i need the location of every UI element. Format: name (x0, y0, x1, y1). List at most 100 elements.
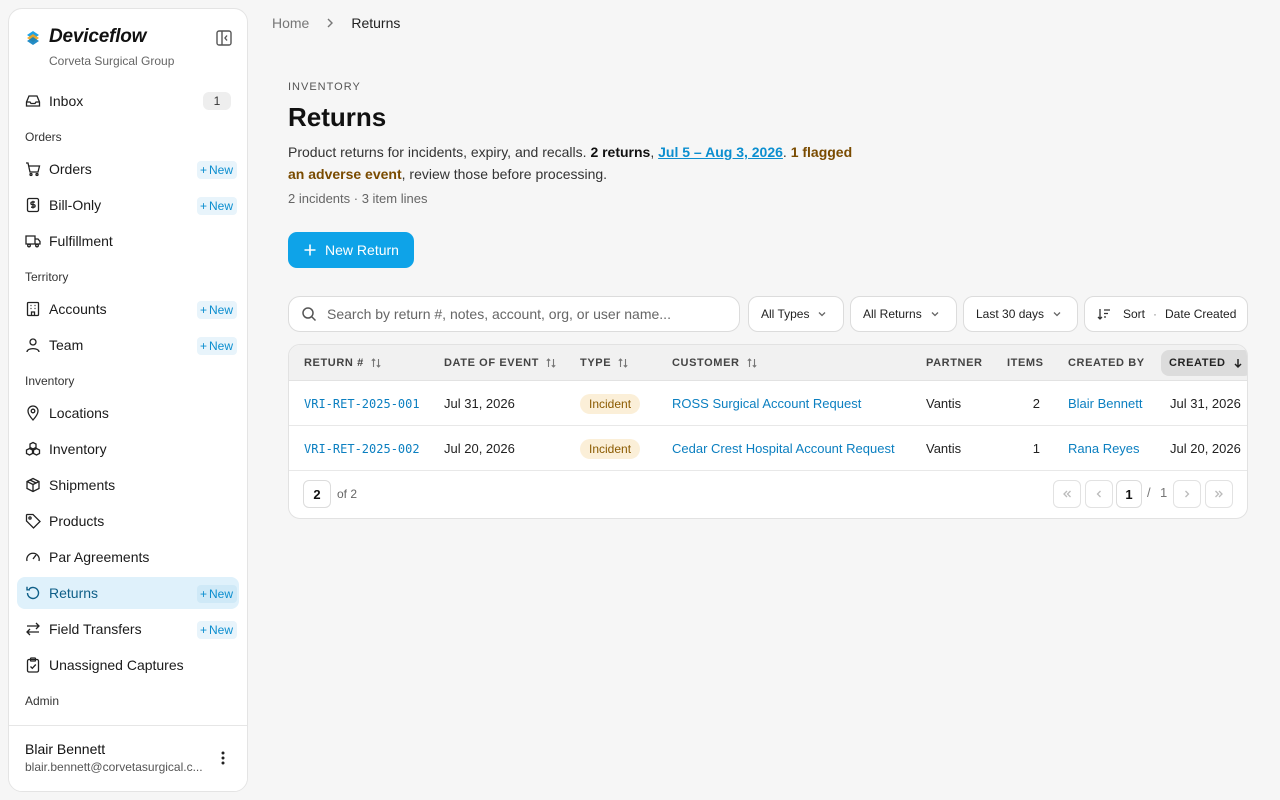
sidebar-item-products[interactable]: Products (17, 505, 239, 537)
plus-icon: + (199, 303, 207, 317)
sort-icon (1097, 309, 1110, 320)
column-header-partner: PARTNER (926, 357, 983, 369)
new-order-button[interactable]: + New (196, 161, 237, 179)
sidebar-item-bill-only[interactable]: Bill-Only + New (17, 189, 239, 221)
new-bill-only-button[interactable]: + New (196, 197, 237, 215)
customer-link[interactable]: ROSS Surgical Account Request (672, 381, 861, 426)
new-return-label: New Return (325, 242, 399, 258)
type-filter-dropdown[interactable]: All Types (748, 296, 844, 332)
sidebar-item-label: Par Agreements (49, 549, 150, 565)
sidebar-item-fulfillment[interactable]: Fulfillment (17, 225, 239, 257)
return-number-link[interactable]: VRI-RET-2025-001 (304, 381, 420, 426)
created-cell: Jul 31, 2026 (1170, 396, 1241, 411)
breadcrumb-home-link[interactable]: Home (272, 15, 309, 31)
date-range-link[interactable]: Jul 5 – Aug 3, 2026 (658, 144, 783, 160)
search-input[interactable] (327, 306, 727, 322)
previous-page-button[interactable] (1085, 480, 1113, 508)
tag-icon (25, 513, 41, 529)
current-page-input[interactable]: 1 (1116, 480, 1142, 508)
more-vertical-icon[interactable] (215, 750, 231, 766)
new-field-transfer-button[interactable]: + New (196, 621, 237, 639)
last-page-button[interactable] (1205, 480, 1233, 508)
sort-arrows-icon (746, 358, 757, 368)
page-size-select[interactable]: 2 (303, 480, 331, 508)
sidebar-item-unassigned-captures[interactable]: Unassigned Captures (17, 649, 239, 681)
sidebar-item-orders[interactable]: Orders + New (17, 153, 239, 185)
sidebar-item-locations[interactable]: Locations (17, 397, 239, 429)
new-account-button[interactable]: + New (196, 301, 237, 319)
date-of-event-cell: Jul 31, 2026 (444, 396, 515, 411)
user-card[interactable]: Blair Bennett blair.bennett@corvetasurgi… (9, 725, 247, 791)
map-pin-icon (25, 405, 41, 421)
new-label: New (208, 587, 233, 601)
created-by-link[interactable]: Blair Bennett (1068, 381, 1142, 426)
table-row[interactable]: VRI-RET-2025-002 Jul 20, 2026 Incident C… (289, 426, 1247, 471)
created-by-link[interactable]: Rana Reyes (1068, 426, 1140, 471)
sidebar-item-label: Shipments (49, 477, 116, 493)
new-label: New (208, 623, 233, 637)
first-page-button[interactable] (1053, 480, 1081, 508)
package-icon (25, 477, 41, 493)
plus-icon (304, 244, 316, 256)
items-cell: 2 (1032, 396, 1040, 411)
sidebar-item-label: Field Transfers (49, 621, 142, 637)
return-number-link[interactable]: VRI-RET-2025-002 (304, 426, 420, 471)
sidebar-item-inbox[interactable]: Inbox 1 (17, 85, 239, 117)
column-header-created[interactable]: CREATED (1161, 350, 1247, 376)
new-return-button[interactable]: New Return (288, 232, 414, 268)
partner-cell: Vantis (926, 441, 962, 456)
sidebar-item-accounts[interactable]: Accounts + New (17, 293, 239, 325)
column-header-date-of-event[interactable]: DATE OF EVENT (444, 345, 557, 381)
section-territory: Territory (25, 270, 69, 284)
sidebar-item-label: Locations (49, 405, 109, 421)
sidebar-item-label: Unassigned Captures (49, 657, 184, 673)
returns-table: RETURN # DATE OF EVENT TYPE CUSTOMER PAR… (288, 344, 1248, 519)
type-filter-value: All Types (761, 307, 810, 321)
description-separator: , (650, 144, 659, 160)
column-label: DATE OF EVENT (444, 357, 539, 369)
sidebar-item-inventory[interactable]: Inventory (17, 433, 239, 465)
column-label: CUSTOMER (672, 357, 740, 369)
sidebar-item-label: Products (49, 513, 105, 529)
sidebar-item-shipments[interactable]: Shipments (17, 469, 239, 501)
brand[interactable]: Deviceflow (25, 26, 146, 48)
sidebar-item-label: Returns (49, 585, 99, 601)
new-label: New (208, 303, 233, 317)
customer-link[interactable]: Cedar Crest Hospital Account Request (672, 426, 895, 471)
sidebar-item-label: Team (49, 337, 84, 353)
chevron-left-icon (1096, 490, 1101, 498)
table-row[interactable]: VRI-RET-2025-001 Jul 31, 2026 Incident R… (289, 381, 1247, 426)
sort-arrows-icon (618, 358, 628, 368)
column-header-customer[interactable]: CUSTOMER (672, 345, 758, 381)
sidebar-item-label: Orders (49, 161, 92, 177)
date-range-dropdown[interactable]: Last 30 days (963, 296, 1078, 332)
returns-filter-dropdown[interactable]: All Returns (850, 296, 957, 332)
cart-icon (25, 161, 41, 177)
sidebar: Deviceflow Corveta Surgical Group Inbox … (8, 8, 248, 792)
column-header-return-no[interactable]: RETURN # (304, 345, 382, 381)
org-name: Corveta Surgical Group (49, 54, 175, 68)
sidebar-item-team[interactable]: Team + New (17, 329, 239, 361)
type-badge: Incident (580, 438, 641, 459)
page-eyebrow: INVENTORY (288, 81, 361, 93)
new-label: New (208, 163, 233, 177)
next-page-button[interactable] (1173, 480, 1201, 508)
sidebar-item-par-agreements[interactable]: Par Agreements (17, 541, 239, 573)
type-badge: Incident (580, 393, 641, 414)
sidebar-item-returns[interactable]: Returns + New (17, 577, 239, 609)
invoice-icon (25, 197, 41, 213)
page-separator: / (1147, 485, 1151, 500)
breadcrumb-current: Returns (351, 15, 401, 31)
sidebar-item-label: Bill-Only (49, 197, 102, 213)
column-header-items: ITEMS (1007, 357, 1044, 369)
new-return-sidebar-button[interactable]: + New (196, 585, 237, 603)
inbox-icon (25, 93, 41, 109)
sidebar-item-label: Inbox (49, 93, 84, 109)
sidebar-collapse-icon[interactable] (215, 29, 233, 47)
new-team-member-button[interactable]: + New (196, 337, 237, 355)
search-box (288, 296, 740, 332)
sort-dropdown[interactable]: Sort · Date Created (1084, 296, 1248, 332)
column-header-type[interactable]: TYPE (580, 345, 629, 381)
sidebar-item-field-transfers[interactable]: Field Transfers + New (17, 613, 239, 645)
transfer-arrows-icon (25, 621, 41, 637)
